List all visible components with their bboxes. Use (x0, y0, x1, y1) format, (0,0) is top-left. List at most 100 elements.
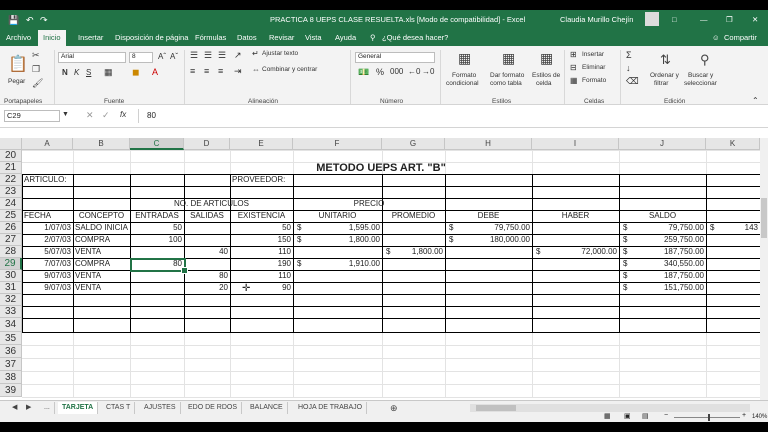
conditional-format-line1[interactable]: Formato (452, 72, 476, 79)
row-header-38[interactable]: 38 (0, 371, 22, 384)
percent-icon[interactable]: % (376, 67, 384, 77)
format-table-line2[interactable]: como tabla (490, 80, 522, 87)
conditional-format-line2[interactable]: condicional (446, 80, 479, 87)
align-bottom-icon[interactable]: ☰ (218, 50, 226, 61)
delete-cells-button[interactable]: Eliminar (582, 64, 605, 71)
sheet-tab-ctas-t[interactable]: CTAS T (102, 402, 136, 414)
row-header-34[interactable]: 34 (0, 318, 22, 332)
paste-icon[interactable]: 📋 (8, 54, 28, 74)
increase-decimal-icon[interactable]: ←0 (408, 67, 420, 76)
sheet-tab-more[interactable]: ... (40, 402, 55, 414)
row-header-25[interactable]: 25 (0, 210, 22, 222)
column-header-f[interactable]: F (293, 138, 382, 150)
format-table-line1[interactable]: Dar formato (490, 72, 524, 79)
normal-view-icon[interactable]: ▦ (604, 412, 611, 420)
fill-icon[interactable]: ↓ (626, 63, 631, 73)
restore-icon[interactable]: ❐ (726, 15, 733, 24)
format-cells-button[interactable]: Formato (582, 77, 606, 84)
currency-icon[interactable]: 💵 (358, 67, 369, 78)
column-header-b[interactable]: B (73, 138, 130, 150)
font-size-box[interactable]: 8 (129, 52, 153, 63)
row-header-21[interactable]: 21 (0, 162, 22, 174)
orientation-icon[interactable]: ↗ (234, 50, 242, 61)
column-header-d[interactable]: D (184, 138, 230, 150)
cut-icon[interactable]: ✂ (32, 50, 40, 61)
avatar[interactable] (645, 12, 659, 26)
worksheet-grid[interactable]: A B C D E F G H I J K 20 21 22 23 24 25 26 27 28 29 30 31 32 33 3… (0, 138, 760, 400)
find-select-line1[interactable]: Buscar y (688, 72, 713, 79)
column-header-a[interactable]: A (22, 138, 73, 150)
decrease-decimal-icon[interactable]: →0 (422, 67, 434, 76)
row-header-24[interactable]: 24 (0, 198, 22, 210)
paste-button[interactable]: Pegar (8, 78, 25, 85)
column-header-k[interactable]: K (706, 138, 760, 150)
find-select-line2[interactable]: seleccionar (684, 80, 717, 87)
wrap-text-button[interactable]: Ajustar texto (262, 50, 298, 57)
select-all-corner[interactable] (0, 138, 22, 150)
row-header-37[interactable]: 37 (0, 358, 22, 371)
insert-cells-button[interactable]: Insertar (582, 51, 604, 58)
font-grow-icon[interactable]: Aˆ (158, 52, 166, 61)
page-break-icon[interactable]: ▤ (642, 412, 649, 420)
thousands-icon[interactable]: 000 (390, 67, 403, 76)
row-header-28[interactable]: 28 (0, 246, 22, 258)
horizontal-scrollbar[interactable] (470, 404, 750, 412)
tab-vista[interactable]: Vista (305, 33, 322, 42)
align-middle-icon[interactable]: ☰ (204, 50, 212, 61)
add-sheet-icon[interactable]: ⊕ (386, 402, 402, 414)
row-header-20[interactable]: 20 (0, 150, 22, 162)
undo-icon[interactable]: ↶ (26, 15, 34, 26)
row-header-29[interactable]: 29 (0, 258, 22, 270)
insert-function-icon[interactable]: fx (120, 110, 126, 119)
minimize-icon[interactable]: — (700, 15, 708, 24)
formula-input[interactable]: 80 (138, 109, 764, 123)
format-painter-icon[interactable]: 🖌 (32, 78, 43, 89)
column-header-g[interactable]: G (382, 138, 445, 150)
collapse-ribbon-icon[interactable]: ⌃ (752, 96, 759, 105)
fill-handle[interactable] (181, 267, 188, 274)
column-header-h[interactable]: H (445, 138, 532, 150)
share-button[interactable]: Compartir (724, 33, 757, 42)
tab-archivo[interactable]: Archivo (6, 33, 31, 42)
column-header-j[interactable]: J (619, 138, 706, 150)
row-header-31[interactable]: 31 (0, 282, 22, 294)
zoom-in-icon[interactable]: + (742, 412, 746, 419)
row-header-36[interactable]: 36 (0, 345, 22, 358)
page-layout-icon[interactable]: ▣ (624, 412, 631, 420)
row-header-39[interactable]: 39 (0, 384, 22, 397)
horizontal-scroll-thumb[interactable] (476, 405, 516, 411)
zoom-slider-thumb[interactable] (708, 414, 710, 421)
indent-icon[interactable]: ⇥ (234, 66, 242, 77)
save-icon[interactable]: 💾 (8, 15, 19, 26)
sheet-tab-hoja-de-trabajo[interactable]: HOJA DE TRABAJO (294, 402, 368, 414)
row-header-35[interactable]: 35 (0, 332, 22, 345)
underline-icon[interactable]: S (86, 68, 91, 77)
row-header-26[interactable]: 26 (0, 222, 22, 234)
font-name-box[interactable]: Arial (58, 52, 126, 63)
tab-ayuda[interactable]: Ayuda (335, 33, 356, 42)
row-header-33[interactable]: 33 (0, 306, 22, 318)
align-center-icon[interactable]: ≡ (204, 66, 209, 76)
number-format-box[interactable]: General (355, 52, 435, 63)
font-color-icon[interactable]: A (152, 67, 158, 77)
tab-disposicion[interactable]: Disposición de página (115, 33, 188, 42)
bold-icon[interactable]: N (62, 68, 68, 77)
active-cell[interactable] (130, 258, 186, 272)
ribbon-display-icon[interactable]: □ (672, 15, 677, 24)
name-box[interactable]: C29 (4, 110, 60, 122)
sort-filter-line1[interactable]: Ordenar y (650, 72, 679, 79)
column-header-e[interactable]: E (230, 138, 293, 150)
cancel-icon[interactable]: ✕ (86, 110, 94, 121)
copy-icon[interactable]: ❐ (32, 64, 40, 75)
cell-styles-line2[interactable]: celda (536, 80, 552, 87)
borders-icon[interactable]: ▦ (104, 67, 113, 78)
row-header-32[interactable]: 32 (0, 294, 22, 306)
tab-inicio[interactable]: Inicio (38, 30, 66, 46)
tab-revisar[interactable]: Revisar (269, 33, 294, 42)
enter-icon[interactable]: ✓ (102, 110, 110, 121)
sheet-tab-balance[interactable]: BALANCE (246, 402, 288, 414)
align-top-icon[interactable]: ☰ (190, 50, 198, 61)
zoom-out-icon[interactable]: − (664, 412, 668, 419)
font-shrink-icon[interactable]: Aˇ (170, 52, 178, 61)
redo-icon[interactable]: ↷ (40, 15, 48, 26)
